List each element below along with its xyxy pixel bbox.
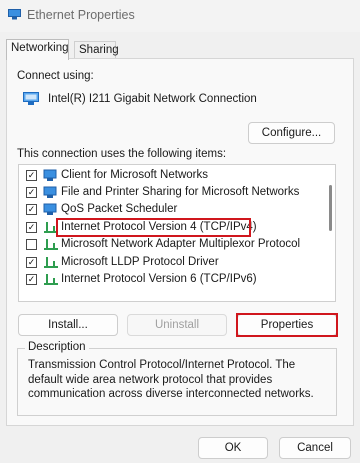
checkbox[interactable]: ✓ [26, 204, 37, 215]
network-service-icon [43, 186, 57, 198]
list-item[interactable]: ✓ Internet Protocol Version 6 (TCP/IPv6) [19, 271, 329, 288]
adapter-name: Intel(R) I211 Gigabit Network Connection [48, 93, 257, 105]
highlight-annotation [236, 313, 338, 337]
title-bar[interactable]: Ethernet Properties [0, 0, 360, 32]
list-item-label: QoS Packet Scheduler [61, 203, 178, 215]
list-item[interactable]: ✓ File and Printer Sharing for Microsoft… [19, 184, 329, 201]
checkbox[interactable]: ✓ [26, 170, 37, 181]
list-item[interactable]: Microsoft Network Adapter Multiplexor Pr… [19, 236, 329, 253]
configure-button[interactable]: Configure... [248, 122, 335, 144]
list-item[interactable]: ✓ QoS Packet Scheduler [19, 201, 329, 218]
tab-strip: Networking Sharing [0, 39, 360, 60]
checkbox[interactable]: ✓ [26, 274, 37, 285]
uninstall-button: Uninstall [127, 314, 227, 336]
connect-using-label: Connect using: [17, 70, 94, 82]
checkbox[interactable]: ✓ [26, 257, 37, 268]
list-item[interactable]: ✓ Client for Microsoft Networks [19, 167, 329, 184]
list-item-label: File and Printer Sharing for Microsoft N… [61, 186, 300, 198]
network-service-icon [43, 203, 57, 215]
cancel-button[interactable]: Cancel [279, 437, 351, 459]
description-title: Description [25, 341, 89, 353]
tab-sharing[interactable]: Sharing [74, 41, 119, 59]
network-adapter-icon [23, 92, 39, 105]
scrollbar[interactable] [329, 185, 332, 231]
network-client-icon [43, 169, 57, 181]
network-protocol-icon [44, 257, 58, 268]
ok-button[interactable]: OK [198, 437, 268, 459]
list-item-label: Client for Microsoft Networks [61, 169, 208, 181]
items-label: This connection uses the following items… [17, 148, 227, 160]
checkbox[interactable] [26, 239, 37, 250]
checkbox[interactable]: ✓ [26, 222, 37, 233]
checkbox[interactable]: ✓ [26, 187, 37, 198]
tab-networking[interactable]: Networking [6, 39, 69, 60]
list-item-label: Internet Protocol Version 6 (TCP/IPv6) [61, 273, 257, 285]
install-button[interactable]: Install... [18, 314, 118, 336]
list-item-label: Microsoft Network Adapter Multiplexor Pr… [61, 238, 301, 250]
components-list[interactable]: ✓ Client for Microsoft Networks ✓ File a… [18, 164, 336, 302]
network-adapter-icon [8, 9, 21, 20]
highlight-annotation [56, 218, 251, 237]
list-item[interactable]: ✓ Microsoft LLDP Protocol Driver [19, 254, 329, 271]
window-title: Ethernet Properties [27, 8, 135, 22]
list-item-label: Microsoft LLDP Protocol Driver [61, 256, 219, 268]
network-protocol-icon [44, 239, 58, 250]
network-protocol-icon [44, 274, 58, 285]
description-text: Transmission Control Protocol/Internet P… [28, 359, 314, 400]
